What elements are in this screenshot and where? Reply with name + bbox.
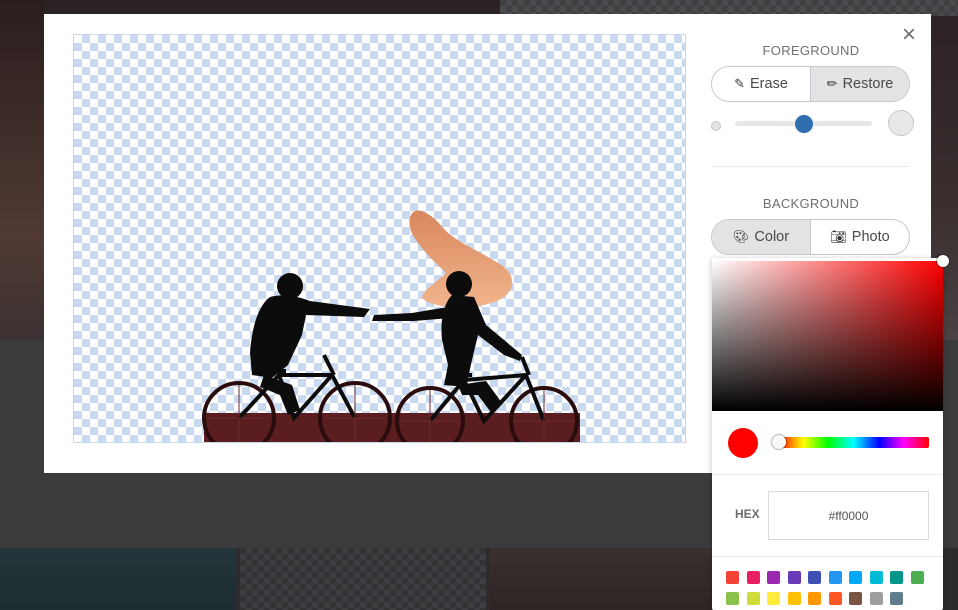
palette-icon: 🎨︎: [732, 229, 750, 244]
color-swatch[interactable]: [808, 571, 821, 584]
color-swatch[interactable]: [746, 571, 760, 584]
pencil-icon: ✏: [826, 76, 838, 91]
erase-label: Erase: [750, 76, 788, 92]
brush-size-slider-thumb[interactable]: [794, 115, 813, 133]
color-swatch[interactable]: [726, 571, 739, 584]
section-divider: [712, 166, 910, 167]
thumbnail: [490, 548, 712, 610]
selected-color-preview: [728, 428, 758, 458]
color-swatch[interactable]: [869, 571, 883, 584]
color-button[interactable]: 🎨︎ Color: [712, 220, 810, 254]
color-swatch[interactable]: [828, 571, 842, 584]
cutout-image: [202, 210, 580, 442]
thumbnail: [240, 548, 486, 610]
color-label: Color: [754, 229, 790, 245]
color-swatch[interactable]: [787, 571, 801, 584]
background-mode-toggle: 🎨︎ Color 📷︎ Photo: [711, 219, 910, 255]
color-swatch[interactable]: [890, 571, 903, 584]
foreground-mode-toggle: ✎ Erase ✏ Restore: [711, 66, 910, 102]
camera-icon: 📷︎: [830, 229, 847, 244]
foreground-title: FOREGROUND: [762, 43, 860, 58]
hue-slider[interactable]: [778, 437, 929, 448]
hue-slider-thumb[interactable]: [772, 435, 786, 449]
picker-divider: [712, 474, 943, 475]
color-swatch[interactable]: [849, 571, 862, 584]
color-swatch[interactable]: [828, 592, 842, 605]
color-swatch[interactable]: [726, 592, 739, 605]
saturation-value-area[interactable]: [712, 261, 943, 411]
hex-label: HEX: [735, 507, 760, 521]
color-swatch[interactable]: [869, 592, 883, 605]
restore-label: Restore: [842, 76, 894, 92]
pencil-icon: ✎: [734, 76, 745, 91]
color-swatch[interactable]: [890, 592, 903, 605]
photo-label: Photo: [851, 229, 890, 245]
thumbnail: [0, 548, 236, 610]
photo-button[interactable]: 📷︎ Photo: [810, 220, 909, 254]
hex-input[interactable]: [768, 491, 929, 540]
color-swatch[interactable]: [767, 592, 780, 605]
color-swatch[interactable]: [767, 571, 780, 584]
color-swatch[interactable]: [910, 571, 924, 584]
saturation-handle[interactable]: [937, 255, 949, 267]
color-swatch[interactable]: [746, 592, 760, 605]
restore-button[interactable]: ✏ Restore: [810, 67, 909, 101]
background-title: BACKGROUND: [762, 196, 860, 211]
color-swatch[interactable]: [808, 592, 821, 605]
editor-canvas[interactable]: [73, 34, 686, 443]
brush-size-large-indicator: [888, 110, 914, 136]
color-swatch[interactable]: [787, 592, 801, 605]
picker-divider: [712, 556, 943, 557]
erase-button[interactable]: ✎ Erase: [712, 67, 810, 101]
color-swatch[interactable]: [849, 592, 862, 605]
brush-size-small-indicator: [711, 121, 721, 131]
